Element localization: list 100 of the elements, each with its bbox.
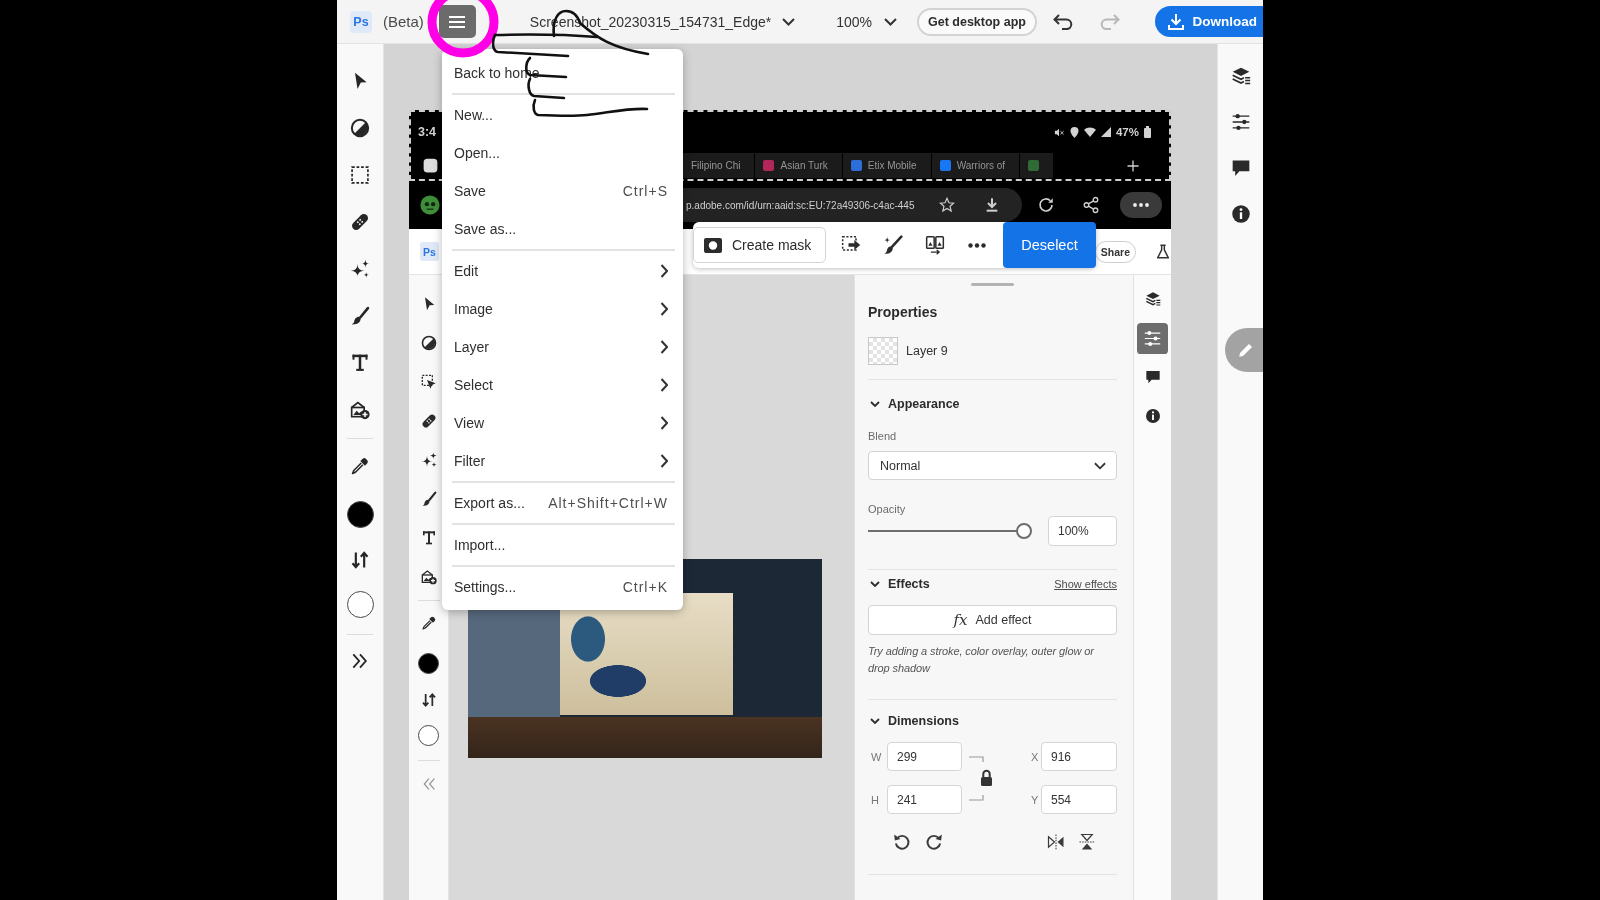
section-header[interactable]: Dimensions: [868, 712, 959, 730]
type-tool-icon[interactable]: [350, 353, 370, 373]
flip-vertical-icon[interactable]: [1078, 833, 1096, 851]
type-tool-icon[interactable]: [420, 530, 437, 546]
chevron-right-icon: [660, 454, 668, 468]
panel-title: Properties: [868, 303, 939, 321]
avatar-icon[interactable]: [420, 195, 440, 215]
swap-arrows-icon[interactable]: [350, 549, 370, 570]
browser-tab[interactable]: Warriors of: [931, 153, 1021, 178]
wifi-icon: [1083, 127, 1096, 137]
dimension-field[interactable]: 554: [1041, 785, 1117, 814]
plus-icon[interactable]: [1127, 159, 1139, 172]
rotate-right-icon[interactable]: [925, 833, 943, 851]
get-desktop-app-button[interactable]: Get desktop app: [917, 7, 1037, 36]
chevron-down-icon[interactable]: [884, 17, 897, 26]
address-bar[interactable]: p.adobe.com/id/urn:aaid:sc:EU:72a49306-c4ac-445: [683, 188, 1022, 222]
chevron-right-icon: [660, 302, 668, 316]
image-plus-icon[interactable]: [350, 400, 370, 420]
more-button[interactable]: [1120, 192, 1162, 218]
more-icon: [1133, 203, 1149, 207]
menu-item[interactable]: Save as...: [442, 210, 683, 248]
sliders-icon[interactable]: [1137, 322, 1168, 354]
menu-item[interactable]: Edit: [442, 252, 683, 290]
field-label: Opacity: [868, 502, 907, 516]
swatch-icon[interactable]: [418, 725, 439, 746]
rotate-left-icon[interactable]: [893, 833, 911, 851]
brush-icon[interactable]: [350, 306, 370, 326]
info-icon[interactable]: [1144, 408, 1161, 424]
refresh-icon[interactable]: [1037, 196, 1055, 214]
browser-tab[interactable]: Filipino Chi: [683, 153, 756, 178]
blend-dropdown[interactable]: Normal: [868, 451, 1117, 480]
menu-item[interactable]: Import...: [442, 526, 683, 564]
opacity-field[interactable]: 100%: [1048, 516, 1117, 546]
dashed-square-pointer-icon[interactable]: [420, 374, 437, 390]
sparkle-icon[interactable]: [420, 452, 437, 468]
eyedropper-icon[interactable]: [350, 456, 370, 476]
slider-thumb[interactable]: [1016, 523, 1032, 539]
app-logo[interactable]: Ps: [420, 242, 439, 261]
dashed-square-icon[interactable]: [350, 165, 370, 185]
dimension-field[interactable]: 916: [1041, 742, 1117, 771]
shortcut-text: Alt+Shift+Ctrl+W: [548, 495, 668, 511]
star-icon[interactable]: [939, 197, 955, 213]
zoom-level[interactable]: 100%: [836, 13, 872, 30]
menu-item[interactable]: View: [442, 404, 683, 442]
dimension-field[interactable]: 241: [887, 785, 962, 814]
pencil-icon: [1237, 341, 1255, 359]
sparkle-icon[interactable]: [350, 259, 370, 279]
brush-icon[interactable]: [420, 491, 437, 507]
menu-item[interactable]: Layer: [442, 328, 683, 366]
add-effect-button[interactable]: fx Add effect: [868, 605, 1117, 635]
share-icon[interactable]: [1082, 196, 1100, 214]
info-icon[interactable]: [1230, 204, 1251, 224]
menu-item[interactable]: Save Ctrl+S: [442, 172, 683, 210]
browser-tab[interactable]: Etix Mobile: [842, 153, 932, 178]
half-circle-icon[interactable]: [350, 118, 370, 138]
download-icon[interactable]: [984, 197, 1000, 213]
menu-item[interactable]: Open...: [442, 134, 683, 172]
half-circle-icon[interactable]: [420, 335, 437, 351]
menu-item[interactable]: Filter: [442, 442, 683, 480]
download-button[interactable]: Download: [1154, 6, 1263, 37]
layers-icon[interactable]: [1230, 66, 1251, 86]
comment-icon[interactable]: [1144, 369, 1161, 385]
tab-switcher-icon[interactable]: [423, 158, 438, 173]
menu-button[interactable]: [438, 5, 476, 38]
mute-icon: [1053, 126, 1065, 138]
eyedropper-icon[interactable]: [420, 615, 437, 631]
browser-tab[interactable]: Asian Turk: [755, 153, 843, 178]
swatch-icon[interactable]: [346, 501, 374, 528]
location-icon: [1069, 126, 1079, 138]
menu-item[interactable]: New...: [442, 96, 683, 134]
compare-icon[interactable]: [925, 235, 945, 255]
browser-tab[interactable]: [1020, 153, 1055, 178]
menu-item[interactable]: Select: [442, 366, 683, 404]
show-effects-link[interactable]: Show effects: [1054, 578, 1117, 590]
swatch-icon[interactable]: [418, 653, 439, 674]
deselect-button[interactable]: Deselect: [1003, 222, 1096, 268]
menu-item[interactable]: Image: [442, 290, 683, 328]
menu-item[interactable]: Export as... Alt+Shift+Ctrl+W: [442, 484, 683, 522]
layers-icon[interactable]: [1144, 291, 1161, 307]
swatch-icon[interactable]: [346, 591, 374, 618]
chevron-right-icon: [660, 378, 668, 392]
dimension-field[interactable]: 299: [887, 742, 962, 771]
comment-icon[interactable]: [1230, 158, 1251, 178]
app-logo[interactable]: Ps: [350, 10, 372, 33]
image-plus-icon[interactable]: [420, 569, 437, 585]
section-header[interactable]: Effects: [868, 575, 930, 593]
sliders-icon[interactable]: [1230, 112, 1251, 132]
layer-thumbnail: [868, 337, 898, 365]
beaker-icon[interactable]: [1157, 244, 1169, 259]
section-header[interactable]: Appearance: [868, 395, 960, 413]
chevron-down-icon[interactable]: [782, 17, 796, 26]
mask-icon: [704, 237, 722, 253]
more-icon[interactable]: [968, 242, 986, 248]
flip-horizontal-icon[interactable]: [1047, 833, 1065, 851]
menu-item[interactable]: Settings... Ctrl+K: [442, 568, 683, 606]
undo-icon[interactable]: [1052, 13, 1073, 30]
brush-sparkle-icon[interactable]: [883, 235, 903, 255]
swap-arrows-icon[interactable]: [420, 691, 437, 708]
panel-handle[interactable]: [971, 283, 1014, 286]
create-mask-button[interactable]: Create mask: [693, 227, 826, 263]
